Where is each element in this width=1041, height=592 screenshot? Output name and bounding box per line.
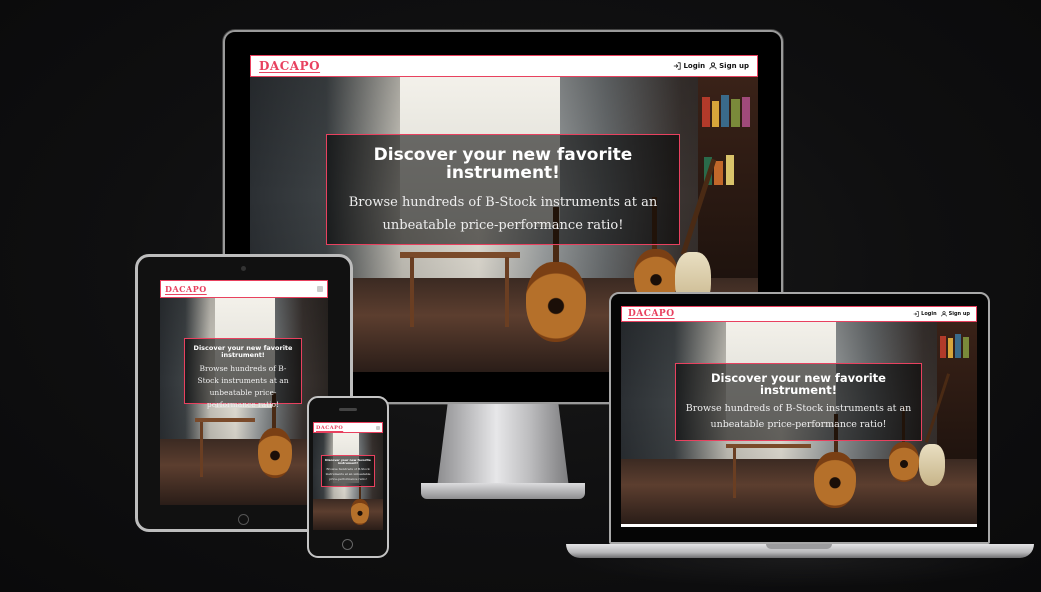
floor	[160, 438, 328, 505]
login-icon	[913, 311, 919, 317]
hamburger-icon[interactable]	[317, 286, 323, 292]
acoustic-guitar	[814, 452, 856, 508]
acoustic-guitar	[526, 262, 586, 342]
book	[714, 161, 723, 185]
table	[400, 252, 520, 258]
book	[726, 155, 734, 185]
hero-image: Discover your new favorite instrument! B…	[621, 322, 977, 524]
hamburger-icon[interactable]	[376, 425, 380, 430]
signup-link[interactable]: Sign up	[709, 62, 749, 70]
site-logo[interactable]: DACAPO	[316, 425, 343, 431]
tablet-screen: DACAPO Discover your new favorite instru…	[160, 280, 328, 505]
laptop-screen: DACAPO Login Sign up Discover your new f…	[621, 306, 977, 527]
login-link[interactable]: Login	[913, 311, 937, 317]
navbar: DACAPO	[313, 422, 383, 433]
table-leg	[200, 422, 203, 477]
bookshelf	[937, 322, 977, 472]
hero-title: Discover your new favorite instrument!	[193, 344, 293, 359]
hero-image: Discover your new favorite instrument! B…	[313, 433, 383, 530]
book	[702, 97, 710, 127]
book	[742, 97, 750, 127]
hero-title: Discover your new favorite instrument!	[373, 145, 633, 183]
book	[721, 95, 729, 127]
hero-banner: Discover your new favorite instrument! B…	[321, 455, 375, 487]
site-logo[interactable]: DACAPO	[628, 309, 675, 319]
nav-links: Login Sign up	[673, 62, 749, 70]
electric-guitar	[919, 444, 945, 486]
book	[948, 338, 953, 358]
table-leg	[733, 448, 736, 498]
phone-speaker	[339, 408, 357, 411]
table	[195, 418, 255, 422]
hero-banner: Discover your new favorite instrument! B…	[184, 338, 302, 409]
tablet-camera	[241, 266, 246, 271]
book	[940, 336, 946, 358]
login-icon	[674, 62, 682, 70]
laptop-notch	[766, 544, 832, 549]
navbar: DACAPO Login Sign up	[621, 306, 977, 322]
navbar: DACAPO Login Sign up	[250, 55, 758, 77]
hero-banner: Discover your new favorite instrument! B…	[326, 134, 680, 245]
phone-home-button	[342, 539, 353, 550]
floor	[313, 498, 383, 530]
monitor-stand	[437, 404, 569, 488]
hero-subtitle: Browse hundreds of B-Stock instruments a…	[685, 403, 912, 431]
table-leg	[410, 257, 414, 327]
login-label: Login	[683, 62, 706, 70]
tablet-home-button	[238, 514, 249, 525]
signup-link[interactable]: Sign up	[940, 311, 970, 317]
table-leg	[505, 257, 509, 327]
laptop-reflection	[560, 558, 1040, 588]
hero-title: Discover your new favorite instrument!	[711, 371, 886, 398]
acoustic-guitar	[351, 499, 369, 525]
monitor-stand-base	[421, 483, 585, 499]
acoustic-guitar	[258, 428, 292, 478]
user-icon	[709, 62, 717, 70]
login-link[interactable]: Login	[673, 62, 705, 70]
login-label: Login	[921, 311, 937, 317]
book	[955, 334, 961, 358]
signup-label: Sign up	[719, 62, 749, 70]
table	[726, 444, 811, 448]
hero-banner: Discover your new favorite instrument! B…	[675, 363, 922, 441]
nav-links: Login Sign up	[913, 311, 970, 317]
book	[731, 99, 740, 127]
acoustic-guitar	[889, 442, 919, 482]
book	[963, 337, 969, 358]
signup-label: Sign up	[948, 311, 970, 317]
hero-subtitle: Browse hundreds of B-Stock instruments a…	[325, 467, 371, 482]
hero-subtitle: Browse hundreds of B-Stock instruments a…	[348, 194, 658, 233]
hero-image: Discover your new favorite instrument! B…	[160, 298, 328, 505]
site-logo[interactable]: DACAPO	[165, 284, 207, 294]
navbar: DACAPO	[160, 280, 328, 298]
site-logo[interactable]: DACAPO	[259, 59, 320, 73]
book	[712, 101, 719, 127]
user-icon	[940, 311, 947, 317]
phone-screen: DACAPO Discover your new favorite instru…	[313, 422, 383, 530]
hero-title: Discover your new favorite instrument!	[325, 458, 371, 466]
hero-subtitle: Browse hundreds of B-Stock instruments a…	[197, 363, 289, 409]
